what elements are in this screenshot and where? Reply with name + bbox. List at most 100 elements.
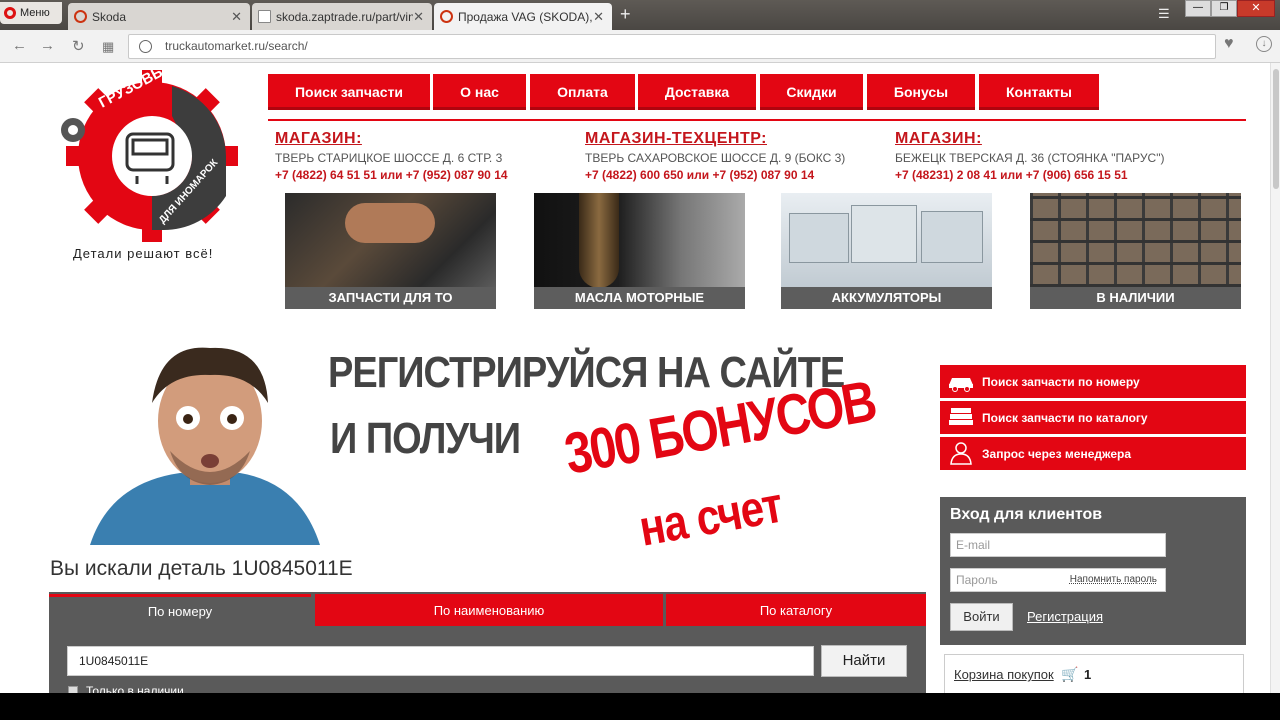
site-logo[interactable]: ГРУЗОВЫЕ ЗАПЧАСТИ ДЛЯ ИНОМАРОК (55, 63, 254, 248)
page-content: ГРУЗОВЫЕ ЗАПЧАСТИ ДЛЯ ИНОМАРОК Детали ре… (0, 63, 1280, 693)
part-number-input[interactable]: 1U0845011E (67, 646, 814, 676)
in-stock-checkbox[interactable] (68, 686, 78, 693)
forward-icon[interactable]: → (40, 37, 55, 54)
tab-title: Skoda (92, 9, 127, 24)
heart-icon[interactable]: ♥ (1224, 35, 1234, 53)
opera-logo-icon (4, 7, 16, 19)
store-address: ТВЕРЬ СТАРИЦКОЕ ШОССЕ Д. 6 СТР. 3 (275, 151, 503, 165)
car-icon (949, 378, 973, 392)
battery-image (921, 211, 983, 263)
password-field[interactable]: Пароль Напомнить пароль (950, 568, 1166, 592)
remind-password-link[interactable]: Напомнить пароль (1070, 569, 1157, 591)
browser-tab[interactable]: skoda.zaptrade.ru/part/vin ✕ (252, 3, 432, 30)
bottom-letterbox (0, 693, 1280, 720)
nav-delivery[interactable]: Доставка (638, 74, 756, 110)
url-input[interactable]: truckautomarket.ru/search/ (128, 34, 1216, 59)
manager-request-button[interactable]: Запрос через менеджера (940, 437, 1246, 470)
promo-banner[interactable]: РЕГИСТРИРУЙСЯ НА САЙТЕ И ПОЛУЧИ 300 БОНУ… (90, 333, 930, 557)
nav-contacts[interactable]: Контакты (979, 74, 1099, 110)
logo-tagline: Детали решают всё! (73, 246, 214, 261)
browser-tab-bar: Меню Skoda ✕ skoda.zaptrade.ru/part/vin … (0, 0, 1280, 30)
nav-payment[interactable]: Оплата (530, 74, 635, 110)
speed-dial-icon[interactable]: ▦ (102, 39, 114, 55)
tab-title: skoda.zaptrade.ru/part/vin (276, 9, 415, 24)
nav-search-parts[interactable]: Поиск запчасти (268, 74, 430, 110)
search-by-catalog-button[interactable]: Поиск запчасти по каталогу (940, 401, 1246, 434)
part-number-value: 1U0845011E (79, 654, 149, 668)
nav-label: Оплата (557, 84, 608, 100)
gear-logo-icon: ГРУЗОВЫЕ ЗАПЧАСТИ ДЛЯ ИНОМАРОК (61, 63, 254, 242)
minimize-icon[interactable]: — (1185, 0, 1211, 17)
store-phone: +7 (4822) 64 51 51 или +7 (952) 087 90 1… (275, 168, 508, 182)
store-phone: +7 (4822) 600 650 или +7 (952) 087 90 14 (585, 168, 815, 182)
banner-subheadline: И ПОЛУЧИ (330, 415, 521, 464)
tab-close-icon[interactable]: ✕ (413, 9, 424, 25)
store-title[interactable]: МАГАЗИН: (895, 130, 982, 148)
new-tab-icon[interactable]: + (620, 4, 631, 25)
manager-icon (950, 442, 972, 465)
find-button-label: Найти (842, 652, 886, 669)
cart-link[interactable]: Корзина покупок (954, 667, 1054, 682)
nav-label: О нас (460, 84, 499, 100)
category-label: МАСЛА МОТОРНЫЕ (534, 287, 745, 309)
surprised-man-image (90, 347, 320, 545)
site-favicon-icon (440, 10, 453, 23)
browser-address-bar: ← → ↻ ▦ truckautomarket.ru/search/ ♥ ↓ (0, 30, 1280, 63)
tab-close-icon[interactable]: ✕ (593, 9, 604, 25)
reload-icon[interactable]: ↻ (72, 37, 85, 55)
battery-image (789, 213, 849, 263)
browser-tab-active[interactable]: Продажа VAG (SKODA), б ✕ (434, 3, 612, 30)
register-link[interactable]: Регистрация (1027, 609, 1103, 624)
browser-menu-label: Меню (20, 7, 50, 19)
window-controls: — ❐ ✕ (1185, 0, 1275, 18)
category-label: АККУМУЛЯТОРЫ (781, 287, 992, 309)
download-icon[interactable]: ↓ (1256, 36, 1272, 52)
maximize-icon[interactable]: ❐ (1211, 0, 1237, 17)
tab-by-number[interactable]: По номеру (49, 594, 311, 626)
nav-discounts[interactable]: Скидки (760, 74, 863, 110)
category-label: В НАЛИЧИИ (1030, 287, 1241, 309)
store-title[interactable]: МАГАЗИН: (275, 130, 362, 148)
category-maintenance-parts[interactable]: ЗАПЧАСТИ ДЛЯ ТО (285, 193, 496, 309)
books-icon (949, 408, 973, 425)
search-by-number-button[interactable]: Поиск запчасти по номеру (940, 365, 1246, 398)
nav-bonuses[interactable]: Бонусы (867, 74, 975, 110)
banner-bonus-note: на счет (635, 476, 787, 557)
back-icon[interactable]: ← (12, 37, 27, 54)
globe-icon (139, 40, 152, 53)
store-title[interactable]: МАГАЗИН-ТЕХЦЕНТР: (585, 130, 767, 148)
tab-title: Продажа VAG (SKODA), б (458, 9, 603, 24)
cart-box[interactable]: Корзина покупок 🛒 1 (944, 654, 1244, 693)
site-favicon-icon (74, 10, 87, 23)
email-field[interactable]: E-mail (950, 533, 1166, 557)
sidebar-button-label: Поиск запчасти по каталогу (982, 410, 1148, 425)
shelves-image (1030, 193, 1241, 287)
store-address: БЕЖЕЦК ТВЕРСКАЯ Д. 36 (СТОЯНКА "ПАРУС") (895, 151, 1165, 165)
nav-label: Поиск запчасти (294, 84, 404, 100)
category-batteries[interactable]: АККУМУЛЯТОРЫ (781, 193, 992, 309)
browser-tab[interactable]: Skoda ✕ (68, 3, 250, 30)
scrollbar-thumb[interactable] (1273, 69, 1279, 189)
browser-menu-button[interactable]: Меню (0, 2, 62, 24)
tab-close-icon[interactable]: ✕ (231, 9, 242, 25)
cart-icon: 🛒 (1061, 666, 1079, 682)
sidebar-button-label: Поиск запчасти по номеру (982, 374, 1140, 389)
tab-label: По наименованию (433, 602, 545, 618)
nav-label: Контакты (1005, 84, 1072, 100)
tab-menu-icon[interactable]: ☰ (1158, 6, 1170, 22)
category-in-stock[interactable]: В НАЛИЧИИ (1030, 193, 1241, 309)
email-placeholder: E-mail (956, 538, 991, 552)
category-motor-oil[interactable]: МАСЛА МОТОРНЫЕ (534, 193, 745, 309)
close-window-icon[interactable]: ✕ (1237, 0, 1275, 17)
store-address: ТВЕРЬ САХАРОВСКОЕ ШОССЕ Д. 9 (БОКС 3) (585, 151, 846, 165)
page-scrollbar[interactable] (1270, 63, 1280, 693)
login-button[interactable]: Войти (950, 603, 1013, 631)
nav-about[interactable]: О нас (433, 74, 526, 110)
in-stock-label: Только в наличии (86, 684, 184, 693)
sidebar-button-label: Запрос через менеджера (982, 446, 1132, 461)
tab-label: По каталогу (759, 602, 833, 618)
mechanic-hands-image (345, 203, 435, 243)
tab-by-name[interactable]: По наименованию (315, 594, 663, 626)
find-button[interactable]: Найти (821, 645, 907, 677)
tab-by-catalog[interactable]: По каталогу (666, 594, 926, 626)
